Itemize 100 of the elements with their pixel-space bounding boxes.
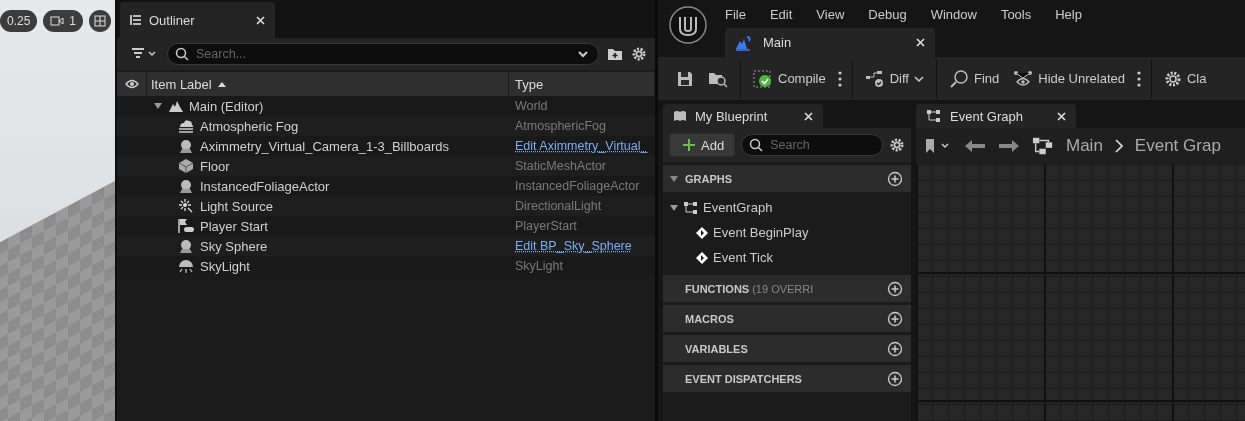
sort-ascending-icon <box>217 81 226 87</box>
tree-item-label[interactable]: Atmospheric Fog <box>200 118 299 134</box>
tree-item-label[interactable]: InstancedFoliageActor <box>200 178 330 194</box>
settings-icon[interactable] <box>631 46 647 62</box>
find-button[interactable]: Find <box>942 65 1006 92</box>
class-settings-button[interactable]: Cla <box>1157 65 1213 92</box>
close-icon[interactable] <box>804 111 813 121</box>
expand-arrow-icon[interactable] <box>153 101 163 111</box>
add-circle-icon[interactable] <box>887 310 903 327</box>
add-circle-icon[interactable] <box>887 370 903 387</box>
compile-button[interactable]: Compile <box>747 65 832 92</box>
eye-icon <box>124 79 139 89</box>
plus-icon <box>682 138 696 152</box>
event-item[interactable]: Event BeginPlay <box>713 225 809 240</box>
logo-icon[interactable] <box>668 5 708 45</box>
bookmark-icon[interactable] <box>924 138 952 154</box>
tree-item-label[interactable]: Player Start <box>200 218 268 234</box>
event-graph-tab[interactable]: Event Graph <box>916 104 1076 128</box>
edit-blueprint-link[interactable]: Edit Aximmetry_Virtual_ <box>515 139 648 153</box>
type-cell-text: DirectionalLight <box>514 199 602 213</box>
category-header[interactable]: FUNCTIONS (19 OVERRI <box>663 275 911 302</box>
category-header[interactable]: GRAPHS <box>663 165 911 192</box>
add-folder-icon[interactable] <box>607 47 623 61</box>
mountain-icon <box>168 99 184 113</box>
filter-icon[interactable] <box>131 47 159 61</box>
diff-button[interactable]: Diff <box>858 65 930 92</box>
category-header[interactable]: EVENT DISPATCHERS <box>663 365 911 392</box>
dome-light-icon <box>177 258 195 274</box>
search-icon <box>749 138 764 152</box>
camera-speed-pill[interactable]: 1 <box>43 10 84 32</box>
chevron-down-icon[interactable] <box>577 50 589 58</box>
close-icon[interactable] <box>1057 111 1066 121</box>
expand-arrow-icon[interactable] <box>669 173 679 184</box>
category-header[interactable]: VARIABLES <box>663 335 911 362</box>
book-icon <box>673 110 687 122</box>
diff-icon <box>864 69 885 88</box>
type-cell-text: SkyLight <box>514 259 563 273</box>
event-item[interactable]: Event Tick <box>713 250 773 265</box>
back-arrow-icon[interactable] <box>964 139 986 153</box>
add-button[interactable]: Add <box>669 133 736 157</box>
tree-item-label[interactable]: Sky Sphere <box>200 238 268 254</box>
tree-item-label[interactable]: Aximmetry_Virtual_Camera_1-3_Billboards <box>200 138 450 154</box>
type-cell-text: StaticMeshActor <box>514 159 606 173</box>
type-cell-text: AtmosphericFog <box>514 119 606 133</box>
camera-icon <box>50 16 65 26</box>
cloud-icon <box>177 118 195 134</box>
menu-item[interactable]: Tools <box>1000 6 1032 22</box>
blueprint-icon <box>735 34 753 51</box>
add-circle-icon[interactable] <box>887 280 903 297</box>
event-icon <box>695 250 709 265</box>
add-circle-icon[interactable] <box>887 340 903 357</box>
event-icon <box>695 225 709 240</box>
type-cell-text: World <box>514 99 548 113</box>
sphere-icon <box>177 138 195 154</box>
more-options-icon[interactable] <box>1136 70 1141 87</box>
list-icon <box>130 14 142 26</box>
flag-gamepad-icon <box>177 218 195 234</box>
expand-arrow-icon[interactable] <box>669 202 679 213</box>
edit-blueprint-link[interactable]: Edit BP_Sky_Sphere <box>515 239 632 253</box>
chevron-down-icon <box>913 75 924 82</box>
settings-icon[interactable] <box>889 137 905 153</box>
grid-icon <box>94 15 107 27</box>
menu-item[interactable]: Window <box>930 6 977 22</box>
tree-item-label[interactable]: Light Source <box>200 198 273 214</box>
tree-item-label[interactable]: Floor <box>200 158 230 174</box>
search-icon <box>175 47 189 61</box>
close-icon[interactable] <box>916 38 925 47</box>
editor-tab[interactable]: Main <box>725 28 935 57</box>
layout-button[interactable] <box>89 10 112 32</box>
menu-item[interactable]: Edit <box>769 6 793 22</box>
hide-unrelated-button[interactable]: Hide Unrelated <box>1007 65 1131 92</box>
menu-item[interactable]: Help <box>1055 6 1082 22</box>
category-header[interactable]: MACROS <box>663 305 911 332</box>
breadcrumb-item[interactable]: Event Grap <box>1134 136 1221 156</box>
menu-item[interactable]: Debug <box>868 6 907 22</box>
outliner-tab[interactable]: Outliner <box>120 2 275 38</box>
graph-icon <box>683 200 699 215</box>
sun-icon <box>177 198 195 214</box>
chevron-right-icon <box>1114 139 1123 153</box>
sphere-icon <box>177 238 195 254</box>
breadcrumb-item[interactable]: Main <box>1066 136 1103 156</box>
search-field[interactable]: Search <box>741 134 883 156</box>
compile-check-icon <box>753 69 773 88</box>
forward-arrow-icon[interactable] <box>998 139 1020 153</box>
more-options-icon[interactable] <box>837 70 842 87</box>
graph-icon <box>1032 136 1054 156</box>
tree-item-label[interactable]: Main (Editor) <box>189 98 264 114</box>
search-icon <box>948 69 969 88</box>
node-eye-icon <box>1013 69 1034 88</box>
menu-item[interactable]: View <box>816 6 845 22</box>
add-circle-icon[interactable] <box>887 170 903 187</box>
graph-item[interactable]: EventGraph <box>703 200 773 215</box>
my-blueprint-tab[interactable]: My Blueprint <box>663 104 823 128</box>
tree-item-label[interactable]: SkyLight <box>200 258 250 274</box>
type-cell-text: PlayerStart <box>514 219 577 233</box>
sphere-icon <box>177 178 195 194</box>
close-icon[interactable] <box>256 15 265 25</box>
menu-item[interactable]: File <box>725 6 746 22</box>
search-field[interactable]: Search... <box>167 43 599 65</box>
snap-value-pill[interactable]: 0.25 <box>0 10 38 32</box>
